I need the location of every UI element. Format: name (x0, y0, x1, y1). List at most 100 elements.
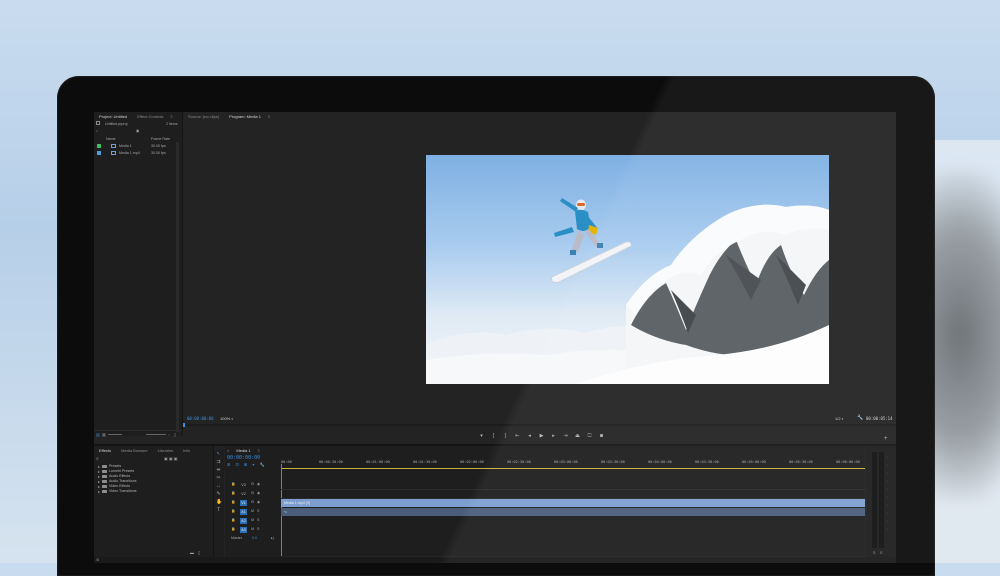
playhead-marker[interactable] (183, 423, 185, 427)
pen-tool-icon[interactable]: ✎ (216, 492, 221, 497)
panel-menu-icon[interactable]: ≡ (266, 113, 272, 121)
tab-effects[interactable]: Effects (94, 447, 116, 455)
step-back-icon[interactable]: ◂ (527, 434, 532, 439)
project-item-name[interactable]: Media 1.mp4 (119, 150, 140, 156)
timeline-timecode[interactable]: 00:00:00:00 (227, 455, 260, 461)
list-view-icon[interactable]: ▤ (96, 432, 100, 437)
track-header-v3[interactable]: 🔒 V3 ⊟ ◉ (225, 481, 281, 489)
status-icon[interactable]: ⊜ (96, 557, 99, 562)
track-label[interactable]: A1 (240, 509, 247, 515)
new-bin-icon[interactable]: ▣ (136, 128, 139, 134)
track-label[interactable]: A2 (240, 518, 247, 524)
mark-out-icon[interactable]: } (503, 434, 508, 439)
skip-end-icon[interactable]: ▸| (271, 536, 274, 540)
sync-lock-icon[interactable]: ⊟ (251, 500, 254, 504)
panel-menu-icon[interactable]: ≡ (256, 447, 262, 455)
tab-program[interactable]: Program: Media 1 (224, 113, 266, 121)
solo-icon[interactable]: S (257, 509, 259, 513)
hand-tool-icon[interactable]: ✋ (216, 500, 222, 505)
track-header-a3[interactable]: 🔒 A3 M S (225, 526, 281, 534)
lock-icon[interactable]: 🔒 (231, 509, 235, 513)
wrench-icon[interactable]: 🔧 (857, 415, 863, 421)
video-clip[interactable]: Media 1.mp4 [V] (281, 499, 865, 507)
export-frame-icon[interactable]: ◙ (599, 434, 604, 439)
trash-icon[interactable]: ▯ (174, 432, 176, 437)
tab-sequence[interactable]: Media 1 (231, 447, 255, 455)
new-item-icon[interactable]: ▫ (168, 432, 169, 437)
eye-icon[interactable]: ◉ (257, 482, 260, 486)
tab-effect-controls[interactable]: Effect Controls (132, 113, 168, 121)
type-tool-icon[interactable]: T (216, 508, 221, 513)
sync-lock-icon[interactable]: ⊟ (251, 482, 254, 486)
track-label[interactable]: A3 (240, 527, 247, 533)
ripple-edit-icon[interactable]: ⇹ (216, 468, 221, 473)
timeline-toolbar-icons[interactable]: ⊞ ⊡ ⊠ ▾ 🔧 (227, 462, 267, 467)
tab-source[interactable]: Source: (no clips) (183, 113, 224, 121)
column-framerate[interactable]: Frame Rate (151, 136, 170, 142)
project-item-name[interactable]: Media 1 (119, 143, 132, 149)
trash-icon[interactable]: ▯ (198, 550, 200, 555)
track-label[interactable]: V2 (240, 491, 247, 497)
razor-icon[interactable]: ✂ (216, 476, 221, 481)
tab-media-browser[interactable]: Media Browser (116, 447, 153, 455)
mark-in-icon[interactable]: { (491, 434, 496, 439)
thumb-slider[interactable] (146, 434, 166, 435)
icon-view-icon[interactable]: ▦ (102, 432, 106, 437)
button-editor-icon[interactable]: + (884, 436, 888, 442)
effects-search-input[interactable] (102, 458, 160, 461)
tab-info[interactable]: Info (178, 447, 195, 455)
extract-icon[interactable]: ⏍ (587, 434, 592, 439)
lock-icon[interactable]: 🔒 (231, 500, 235, 504)
tab-libraries[interactable]: Libraries (153, 447, 178, 455)
mute-icon[interactable]: M (251, 518, 254, 522)
tab-project[interactable]: Project: Untitled (94, 113, 132, 121)
track-header-v2[interactable]: 🔒 V2 ⊟ ◉ (225, 490, 281, 498)
track-header-master[interactable]: Master 0.0 ▸| (225, 535, 281, 543)
mute-icon[interactable]: M (251, 509, 254, 513)
selection-tool-icon[interactable]: ↖ (216, 452, 221, 457)
lift-icon[interactable]: ⏏ (575, 434, 580, 439)
lock-icon[interactable]: 🔒 (231, 491, 235, 495)
mute-icon[interactable]: M (251, 527, 254, 531)
search-icon[interactable]: ⌕ (96, 456, 99, 462)
playhead-bar[interactable] (183, 423, 896, 427)
solo-icon[interactable]: S (257, 527, 259, 531)
quality-dropdown[interactable]: 1/2 ▾ (835, 416, 843, 421)
project-scrollbar[interactable] (176, 142, 179, 432)
program-timecode-left[interactable]: 00:00:00:00 (187, 416, 214, 421)
track-select-icon[interactable]: ⇉ (216, 460, 221, 465)
zoom-slider[interactable] (108, 434, 122, 435)
master-value[interactable]: 0.0 (252, 536, 257, 540)
lock-icon[interactable]: 🔒 (231, 518, 235, 522)
disclosure-triangle-icon[interactable] (98, 480, 100, 483)
eye-icon[interactable]: ◉ (257, 491, 260, 495)
step-forward-icon[interactable]: ▸ (551, 434, 556, 439)
filter-icons[interactable]: ▣ ▣ ▣ (164, 456, 178, 461)
new-folder-icon[interactable]: ▬ (190, 550, 194, 555)
disclosure-triangle-icon[interactable] (98, 470, 100, 473)
zoom-dropdown[interactable]: 100% ▾ (220, 416, 233, 421)
search-icon[interactable]: ⌕ (96, 128, 98, 134)
play-icon[interactable]: ▶ (539, 434, 544, 439)
eye-icon[interactable]: ◉ (257, 500, 260, 504)
lock-icon[interactable]: 🔒 (231, 482, 235, 486)
track-header-v1[interactable]: 🔒 V1 ⊟ ◉ (225, 499, 281, 507)
column-name[interactable]: Name (106, 136, 116, 142)
program-video-frame[interactable] (426, 155, 829, 384)
solo-icon[interactable]: S (257, 518, 259, 522)
disclosure-triangle-icon[interactable] (98, 465, 100, 468)
go-to-out-icon[interactable]: ⇥ (563, 434, 568, 439)
panel-menu-icon[interactable]: ≡ (168, 113, 174, 121)
add-marker-icon[interactable]: ▾ (479, 434, 484, 439)
effects-folder[interactable]: Video Transitions (98, 489, 137, 494)
track-label[interactable]: V3 (240, 482, 247, 488)
track-header-a2[interactable]: 🔒 A2 M S (225, 517, 281, 525)
solo-left-button[interactable]: S (873, 551, 875, 555)
sync-lock-icon[interactable]: ⊟ (251, 491, 254, 495)
solo-right-button[interactable]: S (880, 551, 882, 555)
go-to-in-icon[interactable]: ⇤ (515, 434, 520, 439)
audio-clip[interactable]: ∿ (281, 508, 865, 516)
slip-tool-icon[interactable]: ↔ (216, 484, 221, 489)
work-area-bar[interactable] (281, 468, 865, 469)
disclosure-triangle-icon[interactable] (98, 490, 100, 493)
